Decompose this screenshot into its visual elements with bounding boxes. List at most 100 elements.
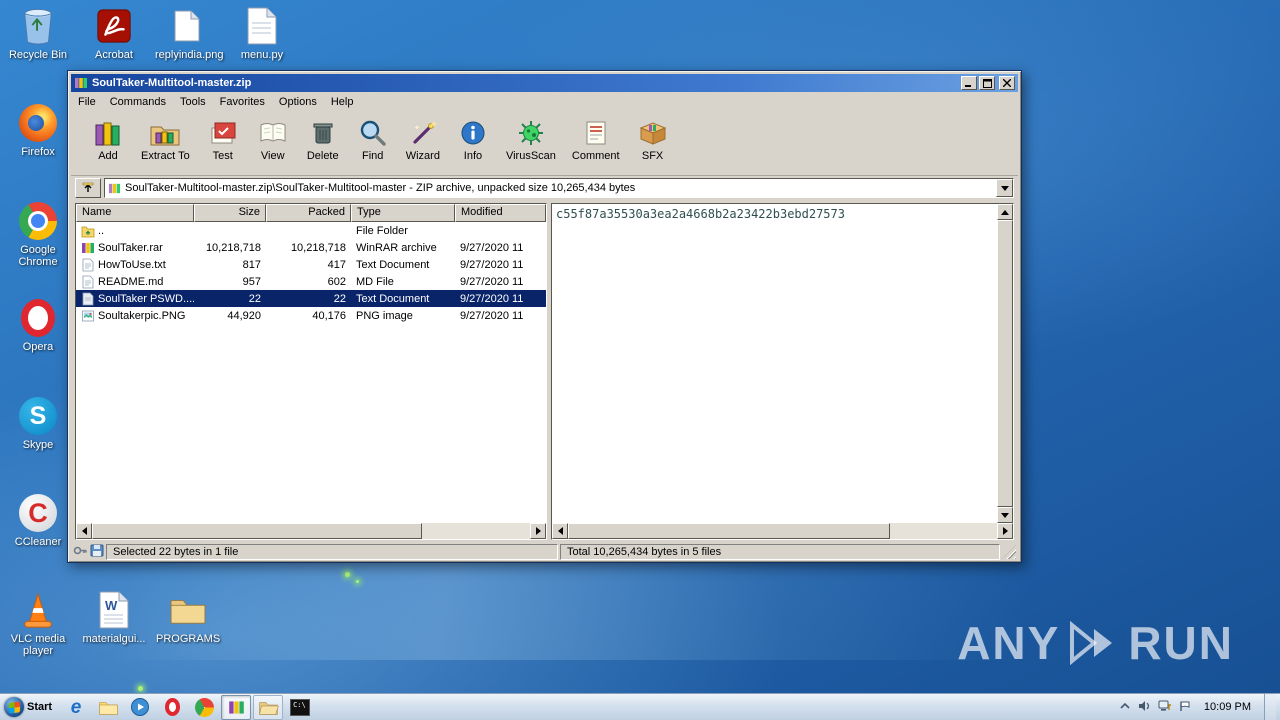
file-row-parent[interactable]: .. File Folder [76,222,546,239]
file-list-hscrollbar[interactable] [76,523,546,539]
column-header-type[interactable]: Type [351,204,455,222]
menu-item-options[interactable]: Options [272,93,324,111]
scroll-down-button[interactable] [997,507,1013,523]
skype-icon: S [6,395,70,437]
menu-item-tools[interactable]: Tools [173,93,213,111]
file-row-readme-md[interactable]: README.md 957 602 MD File 9/27/2020 11 [76,273,546,290]
volume-icon[interactable] [1138,700,1151,715]
window-title: SoulTaker-Multitool-master.zip [92,77,252,89]
show-desktop-button[interactable] [1264,694,1276,720]
up-one-level-button[interactable] [75,178,101,198]
comment-hscrollbar[interactable] [552,523,1013,539]
disk-icon[interactable] [90,544,104,560]
menu-item-commands[interactable]: Commands [103,93,173,111]
desktop-background: Recycle Bin Firefox Google Chrome Opera … [0,0,1280,720]
menu-item-file[interactable]: File [71,93,103,111]
column-header-name[interactable]: Name [76,204,194,222]
action-center-icon[interactable] [1179,700,1191,715]
folder-icon [156,589,220,631]
taskbar-icon-chrome[interactable] [189,695,219,720]
menu-item-help[interactable]: Help [324,93,361,111]
scroll-track[interactable] [568,523,997,539]
address-dropdown-button[interactable] [996,179,1013,197]
png-file-icon [81,309,95,323]
file-row-soultaker-pswd-selected[interactable]: SoulTaker PSWD.... 22 22 Text Document 9… [76,290,546,307]
scroll-left-button[interactable] [76,523,92,539]
toolbar-info-button[interactable]: Info [448,114,498,162]
close-button[interactable] [999,76,1015,90]
desktop-icon-replyindia-png[interactable]: replyindia.png [155,5,224,61]
toolbar-find-button[interactable]: Find [348,114,398,162]
address-combobox[interactable]: SoulTaker-Multitool-master.zip\SoulTaker… [104,178,1014,198]
toolbar-view-button[interactable]: View [248,114,298,162]
desktop-icon-recycle-bin[interactable]: Recycle Bin [6,5,70,61]
desktop-icon-materialgui[interactable]: W materialgui... [82,589,146,645]
minimize-button[interactable] [961,76,977,90]
toolbar-extract-to-button[interactable]: Extract To [133,114,198,162]
maximize-button[interactable] [979,76,995,90]
menu-item-favorites[interactable]: Favorites [213,93,272,111]
taskbar-icon-cmd[interactable]: C:\ [285,695,315,720]
folder-up-icon [81,224,95,238]
anyrun-text-run: RUN [1128,617,1234,669]
start-button[interactable]: Start [0,694,60,720]
tray-expand-icon[interactable] [1119,701,1131,714]
key-icon[interactable] [73,544,88,560]
taskbar-icon-folder-window[interactable] [253,694,284,720]
toolbar-virusscan-button[interactable]: VirusScan [498,114,564,162]
scroll-right-button[interactable] [530,523,546,539]
scroll-thumb[interactable] [568,523,890,539]
network-icon[interactable] [1158,700,1172,715]
opera-icon [164,698,180,716]
taskbar-icon-media-player[interactable] [125,695,155,720]
start-label: Start [27,701,53,713]
taskbar-icon-winrar-active[interactable] [221,694,252,720]
file-list-panel: Name Size Packed Type Modified .. File F… [75,203,547,540]
scroll-track[interactable] [92,523,530,539]
column-header-packed[interactable]: Packed [266,204,351,222]
desktop-icon-google-chrome[interactable]: Google Chrome [6,200,70,268]
desktop-icon-programs[interactable]: PROGRAMS [156,589,220,645]
toolbar-add-button[interactable]: Add [83,114,133,162]
file-row-howtouse-txt[interactable]: HowToUse.txt 817 417 Text Document 9/27/… [76,256,546,273]
scroll-right-button[interactable] [997,523,1013,539]
scroll-thumb[interactable] [92,523,422,539]
scroll-thumb[interactable] [997,220,1013,507]
desktop-icon-acrobat[interactable]: Acrobat [82,5,146,61]
desktop-icon-opera[interactable]: Opera [6,297,70,353]
column-header-modified[interactable]: Modified [455,204,546,222]
desktop-icon-skype[interactable]: S Skype [6,395,70,451]
sparkle-decoration [356,580,359,583]
address-bar: SoulTaker-Multitool-master.zip\SoulTaker… [71,176,1018,200]
comment-panel: c55f87a35530a3ea2a4668b2a23422b3ebd27573 [551,203,1014,540]
taskbar-icon-explorer[interactable] [93,695,123,720]
file-row-soultaker-rar[interactable]: SoulTaker.rar 10,218,718 10,218,718 WinR… [76,239,546,256]
comment-vscrollbar[interactable] [997,204,1013,523]
taskbar-clock[interactable]: 10:09 PM [1198,701,1257,713]
title-bar[interactable]: SoulTaker-Multitool-master.zip [71,74,1018,92]
desktop-icon-ccleaner[interactable]: C CCleaner [6,492,70,548]
desktop-icon-firefox[interactable]: Firefox [6,102,70,158]
toolbar-wizard-button[interactable]: Wizard [398,114,448,162]
file-row-soultakerpic-png[interactable]: Soultakerpic.PNG 44,920 40,176 PNG image… [76,307,546,324]
column-header-size[interactable]: Size [194,204,266,222]
taskbar-icon-opera[interactable] [157,695,187,720]
toolbar-test-button[interactable]: Test [198,114,248,162]
scroll-up-button[interactable] [997,204,1013,220]
vlc-icon [6,589,70,631]
resize-grip[interactable] [1002,545,1016,559]
toolbar-comment-button[interactable]: Comment [564,114,628,162]
toolbar-delete-button[interactable]: Delete [298,114,348,162]
toolbar: Add Extract To Test View Delete Find Wiz… [71,112,1018,176]
desktop-icon-menu-py[interactable]: menu.py [230,5,294,61]
taskbar-icon-internet-explorer[interactable]: e [61,695,91,720]
desktop-icon-vlc[interactable]: VLC media player [6,589,70,657]
test-icon [206,116,240,150]
cmd-icon: C:\ [290,698,311,716]
toolbar-sfx-button[interactable]: SFX [628,114,678,162]
scroll-left-button[interactable] [552,523,568,539]
sparkle-decoration [138,686,143,691]
text-file-icon [81,258,95,272]
acrobat-icon [82,5,146,47]
media-player-icon [131,698,150,716]
